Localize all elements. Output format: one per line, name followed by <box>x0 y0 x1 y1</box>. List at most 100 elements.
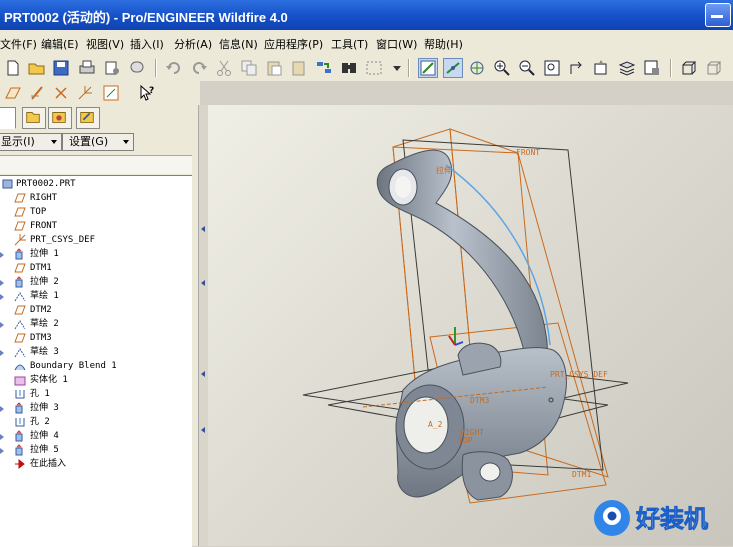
print-icon[interactable] <box>78 59 96 77</box>
favorites-tab[interactable] <box>48 107 72 129</box>
arm-hole-inner <box>395 176 411 198</box>
menu-tools[interactable]: 工具(T) <box>331 36 368 52</box>
label-top: TOP <box>458 436 473 445</box>
expand-arrow-icon[interactable] <box>0 322 4 328</box>
hidden-line-cube-icon[interactable] <box>705 59 723 77</box>
expand-arrow-icon[interactable] <box>0 280 4 286</box>
model-tree: PRT0002.PRT RIGHT TOP FRONT PRT_CSYS_DEF… <box>0 175 192 547</box>
new-file-icon[interactable] <box>4 59 22 77</box>
menu-help[interactable]: 帮助(H) <box>424 36 463 52</box>
extrude-icon <box>14 402 26 414</box>
lug-hole <box>479 462 501 482</box>
collapse-arrow-icon[interactable] <box>201 280 205 286</box>
datum-plane-icon <box>14 192 26 204</box>
sketch-icon <box>14 346 26 358</box>
datum-plane-icon <box>14 206 26 218</box>
datum-csys-tool-icon[interactable] <box>76 84 94 102</box>
expand-arrow-icon[interactable] <box>0 406 4 412</box>
collapse-arrow-icon[interactable] <box>201 371 205 377</box>
save-icon[interactable] <box>52 59 70 77</box>
reorient-icon[interactable] <box>568 59 586 77</box>
minimize-button[interactable] <box>705 3 731 27</box>
connections-tab[interactable] <box>76 107 100 129</box>
datum-axis-tool-icon[interactable] <box>28 84 46 102</box>
menu-file[interactable]: 文件(F) <box>0 36 37 52</box>
redo-icon[interactable] <box>190 59 208 77</box>
datum-point-tool-icon[interactable] <box>52 84 70 102</box>
model-tree-panel: 显示(I) 设置(G) PRT0002.PRT RIGHT TOP FRONT … <box>0 105 198 547</box>
svg-text:?: ? <box>149 86 154 96</box>
expand-arrow-icon[interactable] <box>0 350 4 356</box>
settings-dropdown-label: 设置(G) <box>69 135 109 148</box>
part-icon <box>2 178 14 190</box>
menu-edit[interactable]: 编辑(E) <box>41 36 79 52</box>
menu-info[interactable]: 信息(N) <box>219 36 258 52</box>
refit-icon[interactable] <box>543 59 561 77</box>
paste-icon[interactable] <box>265 59 283 77</box>
label-front: FRONT <box>516 148 540 157</box>
zoom-in-icon[interactable] <box>493 59 511 77</box>
show-dropdown[interactable]: 显示(I) <box>0 133 62 151</box>
show-dropdown-label: 显示(I) <box>1 135 35 148</box>
label-dtm1: DTM1 <box>572 470 591 479</box>
datum-plane-tool-icon[interactable] <box>4 84 22 102</box>
navigator-tabs <box>0 105 198 129</box>
menu-insert[interactable]: 插入(I) <box>130 36 164 52</box>
copy-icon[interactable] <box>240 59 258 77</box>
send-link-icon[interactable] <box>128 59 146 77</box>
collapse-arrow-icon[interactable] <box>201 427 205 433</box>
open-folder-icon[interactable] <box>28 59 46 77</box>
window-title: PRT0002 (活动的) - Pro/ENGINEER Wildfire 4.… <box>4 10 288 25</box>
undo-icon[interactable] <box>165 59 183 77</box>
datum-plane-icon <box>14 220 26 232</box>
watermark-text: 好装机 <box>635 505 708 533</box>
orient-mode-icon[interactable] <box>468 59 486 77</box>
hole-icon <box>14 416 26 428</box>
zoom-out-icon[interactable] <box>518 59 536 77</box>
menu-applications[interactable]: 应用程序(P) <box>264 36 323 52</box>
sketch-tool-icon[interactable] <box>102 84 120 102</box>
expand-arrow-icon[interactable] <box>0 252 4 258</box>
spin-center-icon[interactable] <box>443 58 463 78</box>
paste-special-icon[interactable] <box>290 59 308 77</box>
model-render: FRONT DTM1 DTM3 PRT_CSYS_DEF RIGHT TOP A… <box>302 128 629 504</box>
whats-this-help-icon[interactable]: ? <box>138 84 156 102</box>
selection-box-icon[interactable] <box>365 59 383 77</box>
menu-bar: 文件(F) 编辑(E) 视图(V) 插入(I) 分析(A) 信息(N) 应用程序… <box>0 30 733 56</box>
insert-here-arrow-icon <box>14 458 26 470</box>
model-tree-tab[interactable] <box>0 107 16 129</box>
saved-views-icon[interactable] <box>593 59 611 77</box>
chevron-down-icon <box>123 140 129 144</box>
expand-arrow-icon[interactable] <box>0 434 4 440</box>
chevron-down-icon <box>51 140 57 144</box>
extrude-icon <box>14 444 26 456</box>
label-arm-note: 拉伸 <box>436 165 452 175</box>
hole-icon <box>14 388 26 400</box>
find-icon[interactable] <box>340 59 358 77</box>
cut-icon[interactable] <box>215 59 233 77</box>
title-bar: PRT0002 (活动的) - Pro/ENGINEER Wildfire 4.… <box>0 0 733 30</box>
wireframe-cube-icon[interactable] <box>680 59 698 77</box>
solidify-icon <box>14 374 26 386</box>
repaint-icon[interactable] <box>418 58 438 78</box>
view-manager-icon[interactable] <box>643 59 661 77</box>
menu-analysis[interactable]: 分析(A) <box>174 36 212 52</box>
sketch-icon <box>14 290 26 302</box>
csys-icon <box>14 234 26 246</box>
datum-plane-icon <box>14 262 26 274</box>
csys-marker <box>448 327 464 346</box>
graphics-window[interactable]: FRONT DTM1 DTM3 PRT_CSYS_DEF RIGHT TOP A… <box>208 105 733 546</box>
expand-arrow-icon[interactable] <box>0 294 4 300</box>
layers-icon[interactable] <box>618 59 636 77</box>
datum-plane-icon <box>14 332 26 344</box>
settings-dropdown[interactable]: 设置(G) <box>62 133 134 151</box>
menu-view[interactable]: 视图(V) <box>86 36 124 52</box>
collapse-arrow-icon[interactable] <box>201 226 205 232</box>
menu-window[interactable]: 窗口(W) <box>376 36 417 52</box>
regenerate-icon[interactable] <box>315 59 333 77</box>
send-mail-icon[interactable] <box>103 59 121 77</box>
expand-arrow-icon[interactable] <box>0 448 4 454</box>
selection-dropdown-chevron-icon[interactable] <box>388 59 401 77</box>
folder-browser-tab[interactable] <box>22 107 46 129</box>
extrude-icon <box>14 248 26 260</box>
